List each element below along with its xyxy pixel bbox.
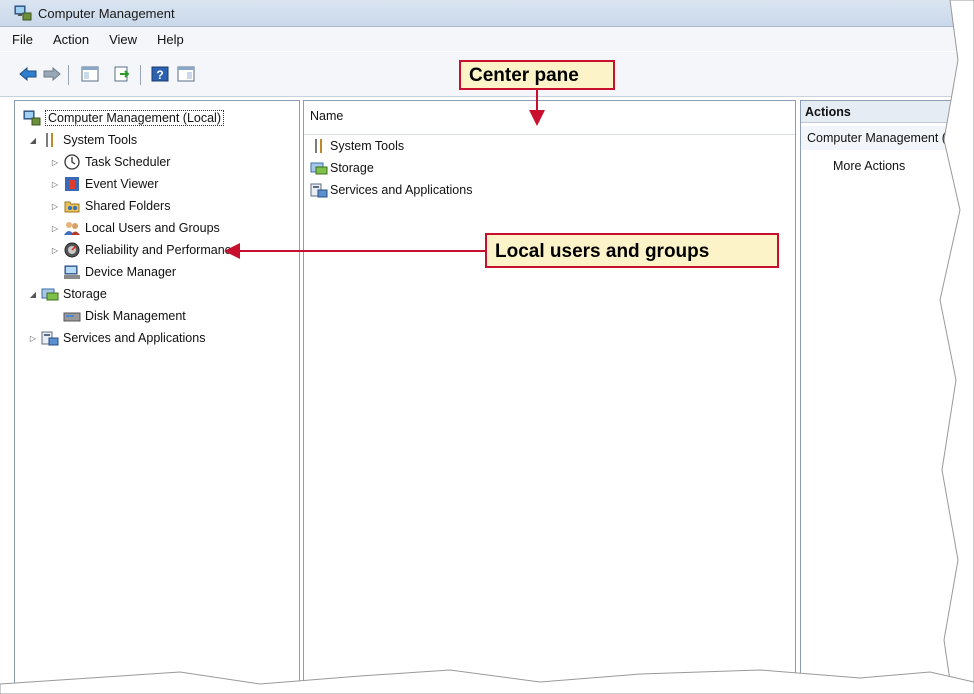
tools-icon [310,138,328,154]
tree-item-task-scheduler[interactable]: ▷ Task Scheduler [21,151,238,173]
users-icon [63,220,81,236]
show-hide-console-tree-icon[interactable] [80,65,100,83]
back-arrow-icon[interactable] [18,65,38,83]
list-item-system-tools[interactable]: System Tools [310,135,472,157]
list-item-services-and-applications[interactable]: Services and Applications [310,179,472,201]
export-list-icon[interactable] [112,65,132,83]
menu-view[interactable]: View [107,30,139,49]
menu-file[interactable]: File [10,30,35,49]
tree-item-event-viewer[interactable]: ▷ Event Viewer [21,173,238,195]
shared-folder-icon [63,198,81,214]
expand-icon[interactable]: ▷ [49,158,61,167]
storage-icon [310,160,328,176]
tree-item-system-tools[interactable]: ◢ System Tools [21,129,238,151]
tree-item-storage[interactable]: ◢ Storage [21,283,238,305]
help-icon[interactable]: ? [150,65,170,83]
clock-icon [63,154,81,170]
local-users-callout: Local users and groups [485,233,779,268]
console-tree-pane: Computer Management (Local) ◢ System Too… [14,100,300,694]
services-icon [310,182,328,198]
device-manager-icon [63,264,81,280]
center-list: System Tools Storage Services and Applic… [310,135,472,201]
expand-icon[interactable]: ▷ [27,334,39,343]
tree-item-shared-folders[interactable]: ▷ Shared Folders [21,195,238,217]
list-item-label: Storage [330,161,374,175]
event-viewer-icon [63,176,81,192]
tree-item-label: Services and Applications [63,331,206,345]
toolbar-separator [140,65,141,85]
disk-icon [63,308,81,324]
more-actions-link[interactable]: More Actions [833,159,905,173]
collapse-icon[interactable]: ◢ [27,290,39,299]
list-item-label: System Tools [330,139,405,153]
tree-item-label: Task Scheduler [85,155,171,169]
tree-item-reliability-and-performance[interactable]: ▷ Reliability and Performance [21,239,238,261]
forward-arrow-icon[interactable] [42,65,62,83]
computer-management-window: Computer Management File Action View Hel… [0,0,974,694]
tree-item-disk-management[interactable]: Disk Management [21,305,238,327]
tree-item-label: Event Viewer [85,177,159,191]
center-pane: Name System Tools Storage Services and A… [303,100,796,694]
tree-item-label: Disk Management [85,309,186,323]
services-icon [41,330,59,346]
tools-icon [41,132,59,148]
performance-icon [63,242,81,258]
expand-icon[interactable]: ▷ [49,224,61,233]
console-tree: Computer Management (Local) ◢ System Too… [21,107,238,349]
tree-item-local-users-and-groups[interactable]: ▷ Local Users and Groups [21,217,238,239]
tree-item-label: System Tools [63,133,138,147]
tree-item-root[interactable]: Computer Management (Local) [21,107,238,129]
tree-item-label: Reliability and Performance [85,243,238,257]
torn-edge-right [939,0,974,694]
list-item-storage[interactable]: Storage [310,157,472,179]
collapse-icon[interactable]: ◢ [27,136,39,145]
tree-item-services-and-applications[interactable]: ▷ Services and Applications [21,327,238,349]
torn-edge-bottom [0,669,974,694]
tree-item-label: Storage [63,287,107,301]
tree-item-device-manager[interactable]: Device Manager [21,261,238,283]
storage-icon [41,286,59,302]
tree-item-label: Shared Folders [85,199,171,213]
expand-icon[interactable]: ▷ [49,246,61,255]
center-pane-callout: Center pane [459,60,615,90]
tree-item-label: Device Manager [85,265,177,279]
tree-item-label: Local Users and Groups [85,221,220,235]
menu-help[interactable]: Help [155,30,186,49]
name-column-header[interactable]: Name [304,101,795,135]
expand-icon[interactable]: ▷ [49,180,61,189]
computer-management-icon [23,110,41,126]
computer-management-icon [14,5,32,21]
list-item-label: Services and Applications [330,183,473,197]
menu-bar: File Action View Help [0,27,974,51]
window-title: Computer Management [38,5,175,21]
svg-text:?: ? [156,68,163,82]
toolbar-separator [68,65,69,85]
expand-icon[interactable]: ▷ [49,202,61,211]
menu-action[interactable]: Action [51,30,91,49]
tree-root-label: Computer Management (Local) [45,110,224,126]
show-hide-action-pane-icon[interactable] [176,65,196,83]
title-bar[interactable]: Computer Management [0,0,974,27]
